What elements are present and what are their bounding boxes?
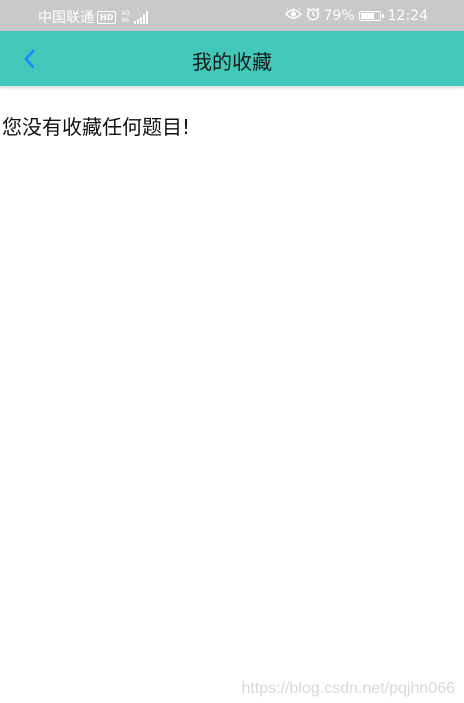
status-left-group: 中国联通 HD 4G 46 xyxy=(38,7,148,27)
hd-badge: HD xyxy=(97,10,117,24)
clock-time: 12:24 xyxy=(387,8,428,24)
signal-icon xyxy=(133,10,148,24)
network-type-top: 4G xyxy=(121,10,130,17)
status-right-group: 79% 12:24 xyxy=(284,7,428,25)
content-area: 您没有收藏任何题目! xyxy=(0,111,464,140)
watermark: https://blog.csdn.net/pqjhn066 xyxy=(241,680,456,697)
page-title: 我的收藏 xyxy=(192,50,272,74)
network-type-bottom: 46 xyxy=(121,17,129,24)
battery-fill xyxy=(360,13,374,19)
phone-screen: 中国联通 HD 4G 46 79% 12:24 我的收藏 您没有收藏任何题目! … xyxy=(0,0,464,703)
alarm-icon xyxy=(305,7,320,25)
network-type: 4G 46 xyxy=(121,10,129,24)
app-bar: 我的收藏 xyxy=(0,31,464,86)
eye-icon xyxy=(284,7,302,24)
empty-favorites-message: 您没有收藏任何题目! xyxy=(2,115,191,139)
carrier-name: 中国联通 xyxy=(38,10,94,26)
battery-icon xyxy=(358,11,384,21)
status-bar: 中国联通 HD 4G 46 79% 12:24 xyxy=(0,0,464,31)
battery-percent: 79% xyxy=(323,8,355,24)
